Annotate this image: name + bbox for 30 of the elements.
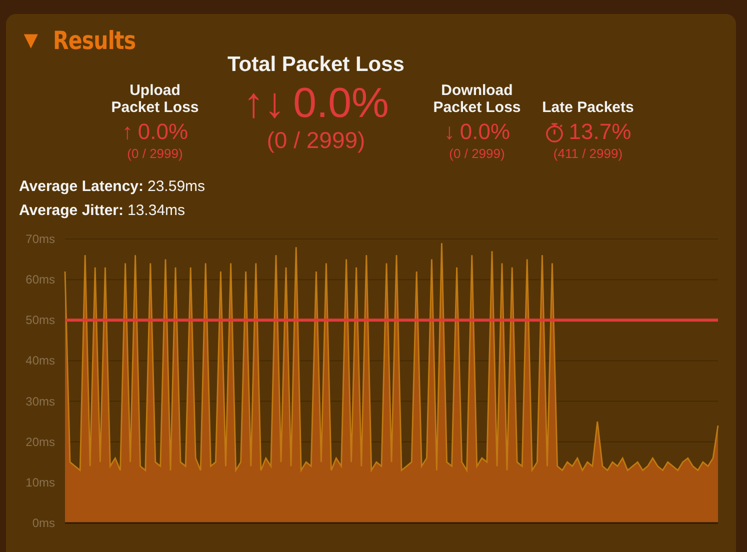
axis-tick-label: 30ms <box>26 394 55 408</box>
axis-tick-label: 50ms <box>26 313 55 328</box>
axis-tick-label: 10ms <box>26 475 55 490</box>
axis-tick-label: 60ms <box>26 272 55 287</box>
collapse-toggle[interactable]: ▼ <box>19 26 43 54</box>
axis-tick-label: 20ms <box>26 434 55 449</box>
stat-value: 0.0% <box>293 79 389 127</box>
metric-value: 23.59ms <box>148 178 206 195</box>
stat-title: Total Packet Loss <box>227 53 404 77</box>
stat-count: (0 / 2999) <box>449 146 505 161</box>
metric-value: 13.34ms <box>128 202 186 219</box>
stat-value: 13.7% <box>568 119 632 145</box>
stat-count: (0 / 2999) <box>127 146 183 161</box>
stat-title: Late Packets <box>542 99 634 116</box>
stat-count: (411 / 2999) <box>553 146 623 161</box>
metric-label: Average Jitter: <box>19 202 124 219</box>
metric-label: Average Latency: <box>19 178 144 195</box>
stat-value: 0.0% <box>138 119 188 145</box>
stat-title: Download Packet Loss <box>432 82 522 116</box>
stat-count: (0 / 2999) <box>266 127 366 154</box>
stat-value: 0.0% <box>460 119 510 145</box>
axis-tick-label: 70ms <box>26 232 55 246</box>
panel-title: Results <box>52 26 136 55</box>
arrow-icon: ↑ <box>122 119 133 145</box>
axis-tick-label: 40ms <box>26 354 55 368</box>
arrows-icon: ↑↓ <box>243 79 286 127</box>
axis-tick-label: 0ms <box>32 516 55 529</box>
stat-title: Upload Packet Loss <box>110 82 200 116</box>
stopwatch-icon <box>544 122 564 142</box>
arrow-icon: ↓ <box>444 119 455 145</box>
